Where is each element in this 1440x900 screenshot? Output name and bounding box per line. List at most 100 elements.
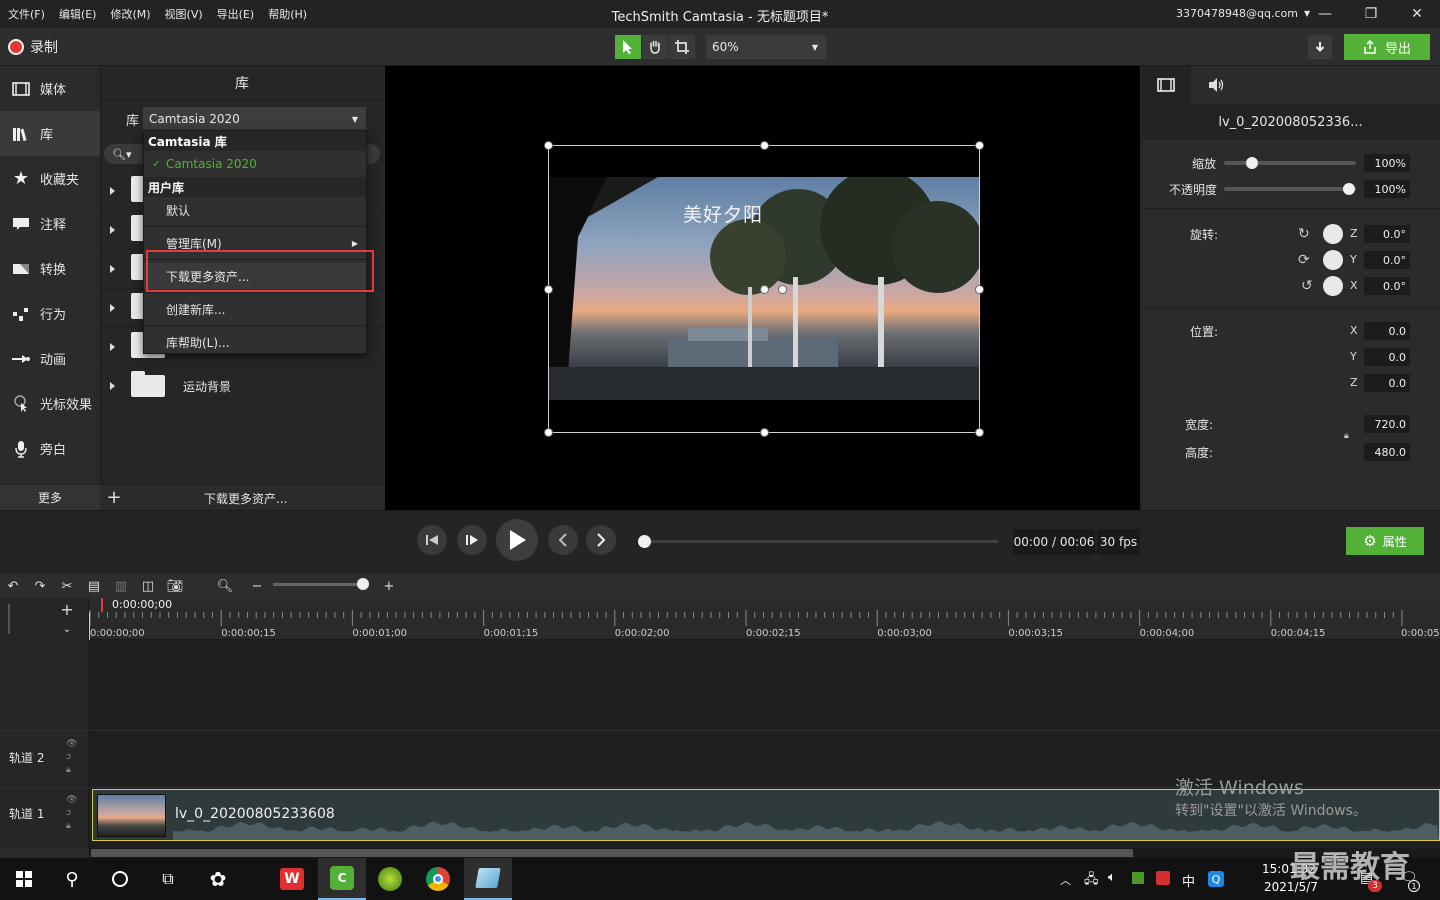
nav-item-behaviors[interactable]: 行为: [0, 291, 100, 336]
opacity-input[interactable]: 100%: [1364, 180, 1410, 198]
rotation-x-input[interactable]: 0.0°: [1364, 277, 1410, 295]
split-icon[interactable]: ◫: [138, 576, 158, 596]
resize-handle[interactable]: [544, 428, 553, 437]
nav-item-favorites[interactable]: ★ 收藏夹: [0, 156, 100, 201]
task-view-icon[interactable]: ⧉: [144, 858, 192, 900]
play-button[interactable]: [496, 519, 538, 561]
dropdown-item-camtasia-2020[interactable]: ✓ Camtasia 2020: [144, 152, 366, 176]
zoom-out-icon[interactable]: −: [247, 576, 267, 596]
resize-handle[interactable]: [760, 141, 769, 150]
undo-icon[interactable]: ↶: [3, 576, 23, 596]
rotate-handle[interactable]: [778, 285, 787, 294]
rotation-y-dial[interactable]: [1323, 250, 1343, 270]
rotation-z-input[interactable]: 0.0°: [1364, 225, 1410, 243]
timeline-zoom-slider[interactable]: [273, 583, 365, 586]
app-pinwheel-icon[interactable]: ✿: [194, 858, 242, 900]
tab-audio-properties[interactable]: [1191, 66, 1241, 104]
camtasia-taskbar-icon[interactable]: C: [318, 858, 366, 900]
crop-tool-button[interactable]: [669, 35, 695, 59]
tray-chevron-up-icon[interactable]: ︿: [1060, 872, 1071, 888]
nav-item-transitions[interactable]: 转换: [0, 246, 100, 291]
rotation-y-input[interactable]: 0.0°: [1364, 251, 1410, 269]
timeline-zoom-knob[interactable]: [357, 578, 369, 590]
previous-clip-button[interactable]: [548, 525, 578, 555]
download-button[interactable]: [1308, 35, 1332, 59]
resize-handle[interactable]: [975, 285, 984, 294]
position-x-input[interactable]: 0.0: [1364, 322, 1410, 340]
paste-icon[interactable]: ▥: [111, 576, 131, 596]
select-tool-button[interactable]: [615, 35, 641, 59]
scale-slider[interactable]: [1224, 161, 1356, 165]
nav-item-animations[interactable]: 动画: [0, 336, 100, 381]
scrubber-knob[interactable]: [638, 535, 651, 548]
security-shield-icon[interactable]: [1156, 871, 1170, 885]
width-input[interactable]: 720.0: [1364, 415, 1410, 433]
nav-item-annotations[interactable]: 注释: [0, 201, 100, 246]
qq-tray-icon[interactable]: Q: [1208, 871, 1224, 887]
zoom-select[interactable]: 60% ▼: [706, 35, 826, 59]
nav-item-voice-narration[interactable]: 旁白: [0, 426, 100, 471]
opacity-slider[interactable]: [1224, 187, 1356, 191]
library-folder-row-motion-backgrounds[interactable]: 运动背景: [100, 367, 384, 406]
track-2-label[interactable]: 轨道 2: [9, 749, 44, 766]
track-height-slider[interactable]: [8, 604, 14, 634]
playhead-marker[interactable]: [101, 598, 103, 612]
resize-handle[interactable]: [975, 428, 984, 437]
add-track-icon[interactable]: +: [57, 600, 77, 619]
menu-help[interactable]: 帮助(H): [268, 6, 307, 22]
add-library-button[interactable]: +: [104, 486, 124, 508]
wps-office-icon[interactable]: W: [268, 858, 316, 900]
minimize-button[interactable]: —: [1302, 0, 1348, 28]
menu-edit[interactable]: 编辑(E): [59, 6, 97, 22]
resize-handle[interactable]: [975, 141, 984, 150]
properties-button[interactable]: ⚙ 属性: [1346, 527, 1424, 555]
resize-handle[interactable]: [544, 141, 553, 150]
dropdown-item-default[interactable]: 默认: [144, 197, 366, 223]
track-1-label[interactable]: 轨道 1: [9, 805, 44, 822]
close-button[interactable]: ✕: [1394, 0, 1440, 28]
pan-tool-button[interactable]: [642, 35, 668, 59]
tab-visual-properties[interactable]: [1141, 66, 1191, 104]
lock-icon[interactable]: 🔒︎: [1344, 431, 1349, 441]
redo-icon[interactable]: ↷: [30, 576, 50, 596]
export-button[interactable]: 导出: [1344, 34, 1430, 60]
menu-file[interactable]: 文件(F): [8, 6, 45, 22]
menu-export[interactable]: 导出(E): [217, 6, 255, 22]
copy-icon[interactable]: ▤: [84, 576, 104, 596]
network-icon[interactable]: 🖧︎: [1084, 870, 1099, 892]
nav-item-cursor-effects[interactable]: 光标效果: [0, 381, 100, 426]
download-more-assets-link[interactable]: 下载更多资产...: [204, 490, 287, 507]
nvidia-icon[interactable]: [1132, 872, 1144, 884]
melon-app-icon[interactable]: [366, 858, 414, 900]
nav-item-media[interactable]: 媒体: [0, 66, 100, 111]
zoom-search-icon[interactable]: 🔍︎: [215, 576, 235, 596]
scale-slider-knob[interactable]: [1246, 157, 1258, 169]
chrome-icon[interactable]: [414, 858, 462, 900]
position-z-input[interactable]: 0.0: [1364, 374, 1410, 392]
menu-view[interactable]: 视图(V): [165, 6, 203, 22]
selection-frame[interactable]: [544, 141, 984, 437]
scale-input[interactable]: 100%: [1364, 154, 1410, 172]
resize-handle[interactable]: [544, 285, 553, 294]
step-back-button[interactable]: [417, 525, 447, 555]
account-menu[interactable]: 3370478948@qq.com ▼: [1176, 7, 1310, 20]
next-clip-button[interactable]: [586, 525, 616, 555]
nav-item-library[interactable]: 库: [0, 111, 100, 156]
position-y-input[interactable]: 0.0: [1364, 348, 1410, 366]
record-button[interactable]: 录制: [8, 37, 58, 57]
track-1-controls[interactable]: 👁︎ ↄ 🔒︎: [66, 794, 77, 833]
zoom-in-icon[interactable]: +: [379, 576, 399, 596]
ime-indicator[interactable]: 中: [1182, 871, 1195, 890]
maximize-button[interactable]: ❐: [1348, 0, 1394, 28]
scrubber-track[interactable]: [640, 540, 998, 543]
height-input[interactable]: 480.0: [1364, 443, 1410, 461]
menu-modify[interactable]: 修改(M): [110, 6, 150, 22]
track-2-controls[interactable]: 👁︎ ↄ 🔒︎: [66, 738, 77, 777]
opacity-slider-knob[interactable]: [1343, 183, 1355, 195]
notepad-app-icon[interactable]: [464, 858, 512, 900]
windows-start-icon[interactable]: [0, 858, 48, 900]
library-select[interactable]: Camtasia 2020 ▼: [143, 107, 366, 131]
cortana-icon[interactable]: [96, 858, 144, 900]
rotation-z-dial[interactable]: [1323, 224, 1343, 244]
volume-icon[interactable]: 🔈︎: [1108, 870, 1116, 885]
